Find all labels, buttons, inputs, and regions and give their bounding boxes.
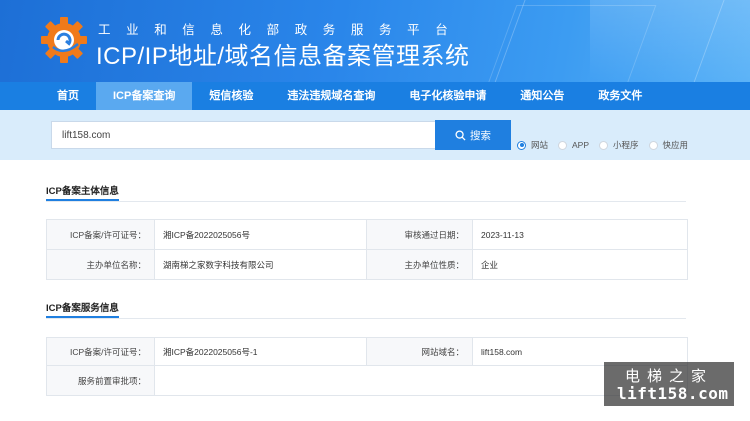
search-input[interactable]: [51, 121, 436, 149]
org-name-value: 湖南梯之家数字科技有限公司: [154, 249, 367, 280]
search-type-options: 网站 APP 小程序 快应用: [517, 139, 698, 151]
license-value: 湘ICP备2022025056号: [154, 219, 367, 250]
section-title-service: ICP备案服务信息: [46, 300, 119, 318]
approve-date-label: 审核通过日期：: [366, 219, 473, 250]
section-divider: [46, 318, 686, 319]
preapproval-label: 服务前置审批项：: [46, 365, 155, 396]
subject-info-table: ICP备案/许可证号： 湘ICP备2022025056号 审核通过日期： 202…: [46, 219, 688, 280]
radio-app[interactable]: APP: [558, 140, 589, 150]
service-info-table: ICP备案/许可证号： 湘ICP备2022025056号-1 网站域名： lif…: [46, 337, 688, 396]
domain-label: 网站域名：: [366, 337, 473, 366]
radio-mini-program[interactable]: 小程序: [599, 139, 639, 151]
radio-dot: [558, 140, 568, 150]
search-icon: [455, 129, 466, 141]
table-row: 主办单位名称： 湖南梯之家数字科技有限公司 主办单位性质： 企业: [46, 249, 688, 280]
table-row: 服务前置审批项：: [46, 365, 688, 396]
license-label: ICP备案/许可证号：: [46, 219, 155, 250]
nav-item-gov-documents[interactable]: 政务文件: [581, 82, 659, 110]
service-license-label: ICP备案/许可证号：: [46, 337, 155, 366]
org-type-value: 企业: [472, 249, 688, 280]
watermark-text-cn: 电梯之家: [625, 368, 714, 385]
header-decoration: [590, 0, 750, 82]
section-title-text: ICP备案服务信息: [46, 303, 119, 314]
radio-label: APP: [572, 140, 590, 150]
miit-logo-icon: [41, 17, 87, 63]
org-name-label: 主办单位名称：: [46, 249, 155, 280]
section-divider: [46, 201, 686, 202]
approve-date-value: 2023-11-13: [472, 219, 688, 250]
radio-dot: [517, 140, 526, 150]
watermark-text-en: lift158.com: [617, 384, 729, 403]
service-license-value: 湘ICP备2022025056号-1: [154, 337, 367, 366]
nav-item-electronic-verify[interactable]: 电子化核验申请: [392, 82, 503, 110]
table-row: ICP备案/许可证号： 湘ICP备2022025056号-1 网站域名： lif…: [46, 337, 688, 366]
radio-label: 网站: [531, 140, 549, 150]
page-title: ICP/IP地址/域名信息备案管理系统: [96, 43, 470, 70]
table-row: ICP备案/许可证号： 湘ICP备2022025056号 审核通过日期： 202…: [46, 219, 688, 250]
main-nav: 首页 ICP备案查询 短信核验 违法违规域名查询 电子化核验申请 通知公告 政务…: [0, 82, 750, 110]
section-title-subject: ICP备案主体信息: [46, 183, 119, 201]
radio-dot: [648, 140, 658, 150]
radio-label: 快应用: [662, 140, 689, 150]
nav-item-notices[interactable]: 通知公告: [503, 82, 581, 110]
section-title-text: ICP备案主体信息: [46, 186, 119, 197]
radio-quick-app[interactable]: 快应用: [648, 139, 689, 151]
search-band: 搜索 网站 APP 小程序 快应用: [0, 110, 750, 160]
nav-item-illegal-domain-query[interactable]: 违法违规域名查询: [270, 82, 392, 110]
radio-website[interactable]: 网站: [517, 139, 548, 151]
nav-item-icp-query[interactable]: ICP备案查询: [96, 82, 193, 110]
nav-item-sms-verify[interactable]: 短信核验: [192, 82, 270, 110]
nav-item-home[interactable]: 首页: [40, 82, 96, 110]
radio-label: 小程序: [613, 140, 639, 150]
search-button[interactable]: 搜索: [435, 120, 511, 150]
org-type-label: 主办单位性质：: [366, 249, 473, 280]
search-button-label: 搜索: [470, 129, 491, 142]
radio-dot: [599, 140, 609, 150]
header-banner: 工业和信息化部政务服务平台 ICP/IP地址/域名信息备案管理系统: [0, 0, 750, 82]
